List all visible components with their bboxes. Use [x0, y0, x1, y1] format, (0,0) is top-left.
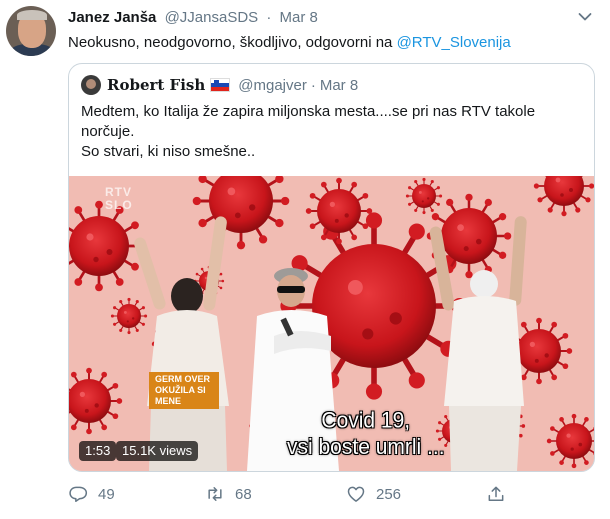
- quoted-author-name: Robert Fish: [107, 76, 206, 94]
- lower-third-graphic: GERM OVER OKUŽILA SI MENE: [149, 372, 219, 409]
- quoted-text: Medtem, ko Italija že zapira miljonska m…: [81, 102, 581, 162]
- quoted-text-line: norčuje.: [81, 123, 135, 140]
- mention-link[interactable]: @RTV_Slovenija: [397, 34, 511, 51]
- share-icon: [488, 486, 504, 501]
- quoted-author-handle: @mgajver: [238, 76, 307, 94]
- like-button[interactable]: 256: [346, 484, 401, 504]
- retweet-icon: [208, 487, 222, 501]
- video-duration-badge: 1:53: [79, 441, 117, 461]
- reply-button[interactable]: 49: [68, 484, 115, 504]
- reply-count: 49: [98, 485, 115, 503]
- retweet-button[interactable]: 68: [205, 484, 252, 504]
- tweet: Janez Janša @JJansaSDS · Mar 8 Neokusno,…: [0, 0, 610, 519]
- quoted-tweet[interactable]: Robert Fish @mgajver · Mar 8 Medtem, ko …: [68, 63, 595, 472]
- quoted-text-line: So stvari, ki niso smešne..: [81, 143, 256, 160]
- retweet-count: 68: [235, 485, 252, 503]
- tweet-date[interactable]: Mar 8: [280, 9, 318, 26]
- quoted-header: Robert Fish @mgajver · Mar 8: [81, 75, 358, 95]
- author-handle[interactable]: @JJansaSDS: [165, 9, 259, 26]
- author-avatar[interactable]: [6, 6, 56, 56]
- share-button[interactable]: [486, 484, 516, 504]
- tweet-text-body: Neokusno, neodgovorno, škodljivo, odgovo…: [68, 34, 397, 51]
- video-player[interactable]: RTV SLO GERM OVER OKUŽILA SI MENE Covid …: [69, 176, 594, 471]
- quoted-avatar: [81, 75, 101, 95]
- quoted-date: Mar 8: [319, 76, 359, 94]
- reply-icon: [69, 486, 88, 502]
- separator-dot: ·: [310, 76, 316, 94]
- slovenia-flag-icon: [210, 78, 231, 92]
- channel-watermark: RTV SLO: [105, 185, 133, 212]
- author-name[interactable]: Janez Janša: [68, 9, 156, 26]
- tweet-actions: 49 68 256: [0, 484, 610, 510]
- heart-icon: [347, 486, 365, 502]
- chevron-down-icon[interactable]: [578, 12, 592, 22]
- tweet-text: Neokusno, neodgovorno, škodljivo, odgovo…: [68, 33, 511, 53]
- video-views-badge: 15.1K views: [116, 441, 199, 461]
- separator-dot: ·: [266, 9, 272, 26]
- like-count: 256: [376, 485, 402, 503]
- quoted-text-line: Medtem, ko Italija že zapira miljonska m…: [81, 103, 536, 120]
- tweet-header: Janez Janša @JJansaSDS · Mar 8: [68, 9, 318, 26]
- video-subtitle: Covid 19, vsi boste umrli ...: [287, 408, 445, 460]
